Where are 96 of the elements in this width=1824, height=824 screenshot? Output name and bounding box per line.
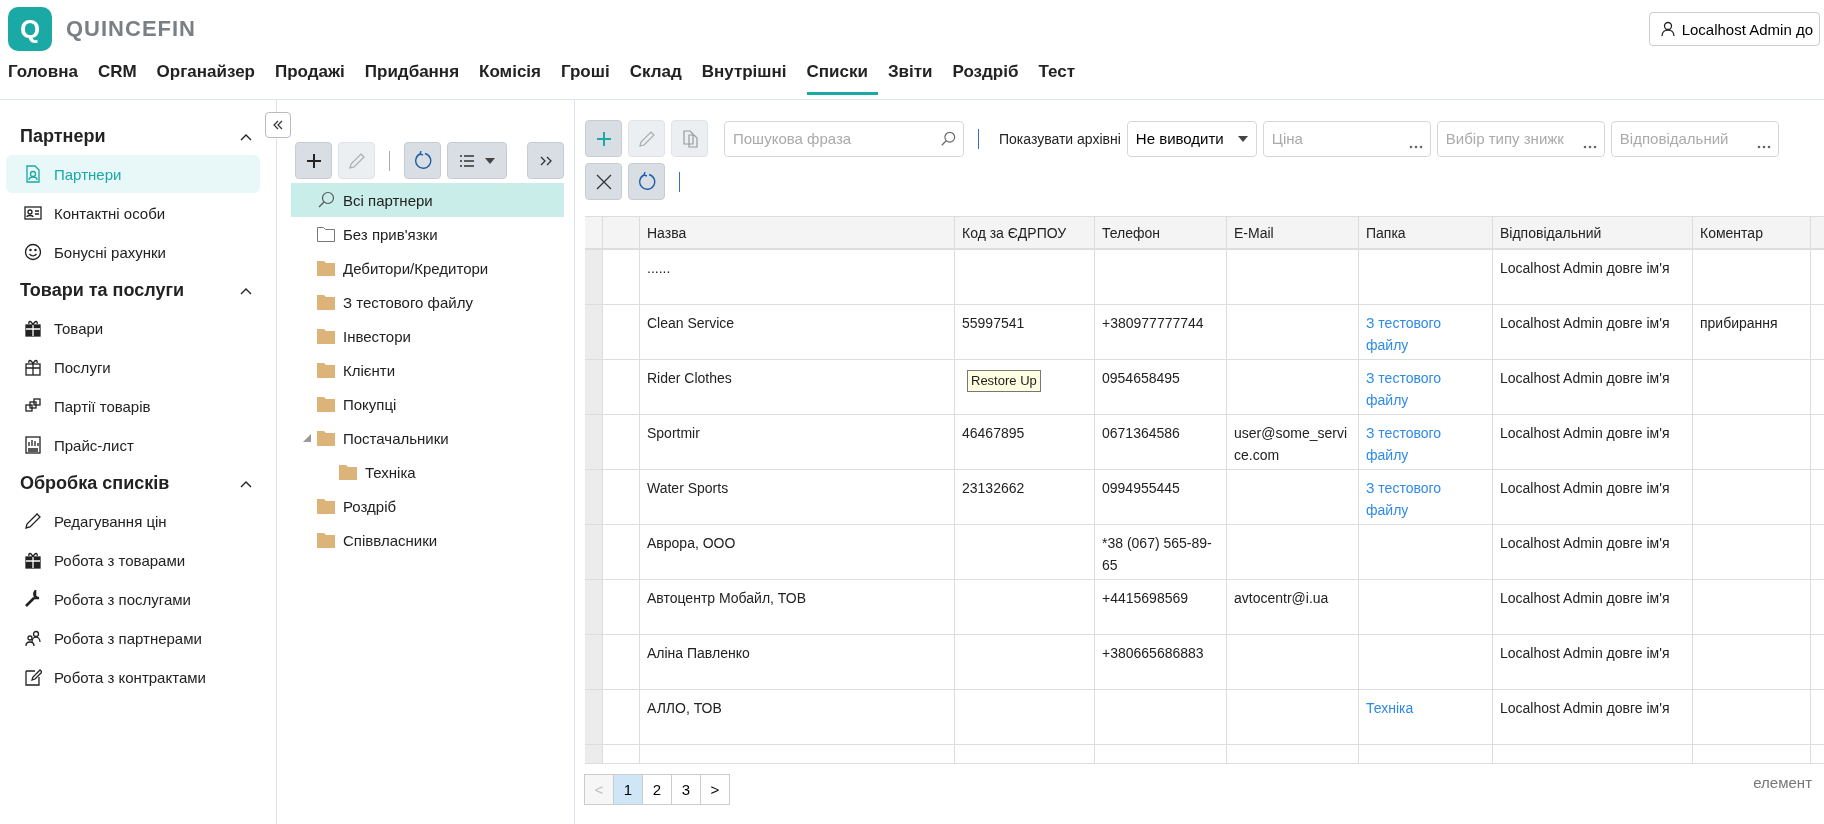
- tree-item[interactable]: Клієнти: [291, 353, 564, 387]
- sidebar-item[interactable]: Послуги: [6, 348, 260, 386]
- table-cell: 0954658495: [1102, 370, 1180, 386]
- nav-tab[interactable]: Звіти: [887, 58, 943, 95]
- table-cell: avtocentr@i.ua: [1234, 590, 1329, 606]
- tree-item[interactable]: Техніка: [291, 455, 564, 489]
- nav-tab[interactable]: Придбання: [364, 58, 470, 95]
- responsible-field[interactable]: Відповідальний: [1610, 120, 1779, 157]
- nav-tab[interactable]: Внутрішні: [701, 58, 797, 95]
- nav-tab[interactable]: Комісія: [479, 58, 551, 95]
- table-cell: +4415698569: [1102, 590, 1189, 606]
- next-page-button[interactable]: >: [700, 774, 730, 805]
- table-cell: Clean Service: [647, 315, 735, 331]
- table-cell: Localhost Admin довге ім'я: [1500, 645, 1670, 661]
- nav-tab[interactable]: CRM: [97, 58, 147, 95]
- page-button[interactable]: 2: [642, 774, 672, 805]
- nav-tab[interactable]: Органайзер: [156, 58, 265, 95]
- table-cell: ......: [647, 260, 671, 276]
- nav-tab[interactable]: Продажі: [275, 58, 355, 95]
- table-cell: +380665686883: [1102, 645, 1204, 661]
- table-cell: 23132662: [962, 480, 1025, 496]
- sidebar-item[interactable]: Бонусні рахунки: [6, 233, 260, 271]
- folder-link[interactable]: Техніка: [1366, 697, 1485, 719]
- price-field[interactable]: Ціна: [1262, 120, 1431, 157]
- folder-link[interactable]: З тестового файлу: [1366, 422, 1485, 466]
- column-header[interactable]: Назва: [640, 217, 955, 248]
- table-cell: Localhost Admin довге ім'я: [1500, 425, 1670, 441]
- nav-tab[interactable]: Головна: [8, 58, 88, 95]
- folder-link[interactable]: З тестового файлу: [1366, 367, 1485, 411]
- table-cell: +380977777744: [1102, 315, 1204, 331]
- tree-item[interactable]: Інвестори: [291, 319, 564, 353]
- sidebar-item[interactable]: Контактні особи: [6, 194, 260, 232]
- search-field[interactable]: Пошукова фраза: [724, 120, 964, 157]
- table-cell: Localhost Admin довге ім'я: [1500, 260, 1670, 276]
- sidebar-item[interactable]: Робота з контрактами: [6, 658, 260, 696]
- tree-item[interactable]: Всі партнери: [291, 183, 564, 217]
- table-cell: 0671364586: [1102, 425, 1180, 441]
- page-button[interactable]: 3: [671, 774, 701, 805]
- tree-item[interactable]: Без прив'язки: [291, 217, 564, 251]
- sidebar-item[interactable]: Товари: [6, 309, 260, 347]
- section-title: Обробка списків: [20, 473, 170, 494]
- nav-tab[interactable]: Списки: [806, 58, 878, 95]
- sidebar-item[interactable]: Редагування цін: [6, 502, 260, 540]
- archive-label: Показувати архівні: [999, 130, 1121, 147]
- table-cell: 46467895: [962, 425, 1025, 441]
- table-cell: Localhost Admin довге ім'я: [1500, 315, 1670, 331]
- tree-item[interactable]: Співвласники: [291, 523, 564, 557]
- section-title: Товари та послуги: [20, 280, 184, 301]
- tree-item[interactable]: Роздріб: [291, 489, 564, 523]
- sidebar-item[interactable]: Робота з товарами: [6, 541, 260, 579]
- nav-tab[interactable]: Роздріб: [952, 58, 1029, 95]
- table-cell: Localhost Admin довге ім'я: [1500, 590, 1670, 606]
- table-cell: Автоцентр Мобайл, ТОВ: [647, 590, 806, 606]
- column-header[interactable]: Код за ЄДРПОУ: [955, 217, 1095, 248]
- nav-tab[interactable]: Тест: [1038, 58, 1086, 95]
- table-cell: Rider Clothes: [647, 370, 732, 386]
- tree-item[interactable]: Постачальники: [291, 421, 564, 455]
- table-cell: Localhost Admin довге ім'я: [1500, 480, 1670, 496]
- discount-type-field[interactable]: Вибір типу знижк: [1436, 120, 1605, 157]
- section-title: Партнери: [20, 126, 106, 147]
- table-cell: Localhost Admin довге ім'я: [1500, 700, 1670, 716]
- table-cell: АЛЛО, ТОВ: [647, 700, 722, 716]
- tree-item[interactable]: Покупці: [291, 387, 564, 421]
- sidebar-item[interactable]: Робота з партнерами: [6, 619, 260, 657]
- column-header[interactable]: Телефон: [1095, 217, 1227, 248]
- table-cell: прибирання: [1700, 315, 1778, 331]
- logo-mark: Q: [8, 7, 52, 51]
- sidebar-item[interactable]: Прайс-лист: [6, 426, 260, 464]
- table-cell: *38 (067) 565-89-65: [1102, 535, 1212, 573]
- folder-link[interactable]: З тестового файлу: [1366, 477, 1485, 521]
- table-cell: user@some_service.com: [1234, 425, 1348, 463]
- item-count: елемент: [1753, 774, 1812, 791]
- table-cell: Sportmir: [647, 425, 700, 441]
- column-header[interactable]: Коментар: [1693, 217, 1811, 248]
- table-cell: Water Sports: [647, 480, 729, 496]
- table-cell: 55997541: [962, 315, 1025, 331]
- table-cell: 0994955445: [1102, 480, 1180, 496]
- table-cell: Localhost Admin довге ім'я: [1500, 535, 1670, 551]
- table-cell: Аврора, ООО: [647, 535, 736, 551]
- table-cell: Localhost Admin довге ім'я: [1500, 370, 1670, 386]
- folder-link[interactable]: З тестового файлу: [1366, 312, 1485, 356]
- brand-name: QUINCEFIN: [66, 16, 196, 42]
- column-header[interactable]: Папка: [1359, 217, 1493, 248]
- sidebar-item[interactable]: Робота з послугами: [6, 580, 260, 618]
- user-button[interactable]: Localhost Admin до: [1648, 12, 1820, 46]
- nav-tab[interactable]: Склад: [629, 58, 692, 95]
- nav-tab[interactable]: Гроші: [561, 58, 620, 95]
- sidebar-item[interactable]: Партії товарів: [6, 387, 260, 425]
- tree-item[interactable]: Дебитори/Кредитори: [291, 251, 564, 285]
- table-cell: Аліна Павленко: [647, 645, 750, 661]
- archive-dropdown[interactable]: Не виводити: [1126, 120, 1257, 157]
- page-button[interactable]: 1: [613, 774, 643, 805]
- tooltip: Restore Up: [967, 370, 1041, 392]
- column-header[interactable]: Відповідальний: [1493, 217, 1693, 248]
- tree-item[interactable]: З тестового файлу: [291, 285, 564, 319]
- column-header[interactable]: E-Mail: [1227, 217, 1359, 248]
